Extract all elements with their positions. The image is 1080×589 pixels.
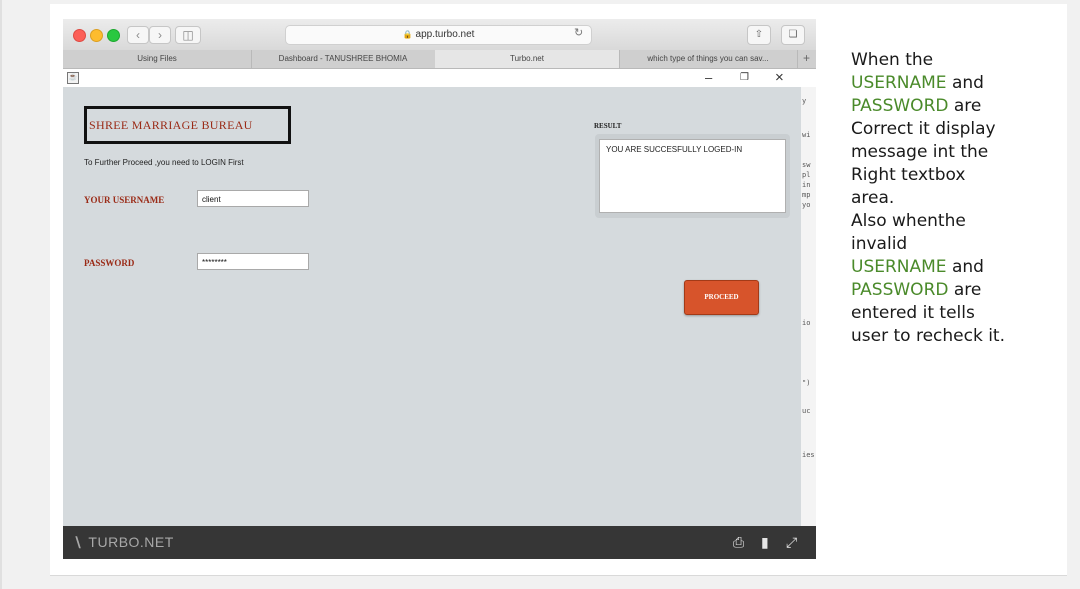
code-fragment: io	[802, 319, 811, 327]
tabs-icon: ❏	[788, 29, 798, 40]
side-line: entered it tells	[851, 303, 975, 323]
print-icon[interactable]: ⎙	[733, 534, 744, 551]
fullscreen-icon[interactable]: ⤢	[786, 534, 797, 551]
tabs-overview-button[interactable]: ❏	[781, 25, 805, 45]
side-line: PASSWORD are	[851, 95, 1051, 118]
turbo-logo-icon: ∖	[73, 534, 83, 550]
code-fragment: uc	[802, 407, 811, 415]
java-frame-titlebar: ☕ – ❐ ×	[63, 69, 816, 87]
app-title: SHREE MARRIAGE BUREAU	[89, 118, 253, 132]
password-input[interactable]: ********	[197, 253, 309, 270]
background-code-strip: y wi sw pl in mp yo io ") uc ies	[801, 87, 816, 526]
side-line: Right textbox	[851, 165, 966, 185]
result-label: RESULT	[594, 122, 622, 130]
back-button[interactable]: ‹	[127, 26, 149, 44]
tab-label: Turbo.net	[510, 54, 544, 63]
share-icon: ⇧	[754, 29, 764, 40]
side-line: user to recheck it.	[851, 326, 1005, 346]
forward-button[interactable]: ›	[149, 26, 171, 44]
sidebar-toggle-button[interactable]: ◫	[175, 26, 201, 44]
code-fragment: ")	[802, 379, 811, 387]
side-text: and	[946, 73, 984, 93]
left-edge	[0, 0, 2, 589]
url-text: app.turbo.net	[415, 29, 475, 40]
chevron-left-icon: ‹	[136, 28, 140, 42]
code-fragment: mp	[802, 191, 811, 199]
proceed-button[interactable]: PROCEED	[684, 280, 759, 315]
side-highlight: PASSWORD	[851, 96, 949, 116]
lock-icon: 🔒	[402, 30, 413, 39]
login-hint: To Further Proceed ,you need to LOGIN Fi…	[84, 158, 244, 167]
zoom-window-button[interactable]	[107, 29, 120, 42]
result-panel: YOU ARE SUCCESFULLY LOGED-IN	[595, 134, 790, 218]
java-app-icon: ☕	[67, 72, 79, 84]
code-fragment: in	[802, 181, 811, 189]
code-fragment: pl	[802, 171, 811, 179]
restore-icon[interactable]: ❐	[740, 69, 749, 87]
turbo-footer-bar: ∖ TURBO.NET ⎙ ▮ ⤢	[63, 526, 816, 559]
username-input[interactable]: client	[197, 190, 309, 207]
side-text: and	[946, 257, 984, 277]
brand-text: TURBO.NET	[88, 534, 174, 550]
side-line: USERNAME and	[851, 256, 1051, 279]
close-window-button[interactable]	[73, 29, 86, 42]
password-label: PASSWORD	[84, 258, 135, 268]
side-line: area.	[851, 188, 895, 208]
side-line: invalid	[851, 234, 908, 254]
side-line: When the	[851, 50, 934, 70]
side-text: are	[948, 96, 982, 116]
clipboard-icon[interactable]: ▮	[761, 534, 769, 551]
username-label: YOUR USERNAME	[84, 195, 165, 205]
code-fragment: y	[802, 97, 807, 105]
address-bar[interactable]: 🔒 app.turbo.net	[285, 25, 592, 45]
tab-label: Using Files	[137, 54, 177, 63]
minimize-window-button[interactable]	[90, 29, 103, 42]
tab-dashboard[interactable]: Dashboard - TANUSHREE BHOMIA	[251, 50, 436, 68]
tab-which-type[interactable]: which type of things you can sav...	[619, 50, 798, 68]
title-box: SHREE MARRIAGE BUREAU	[84, 106, 291, 144]
code-fragment: ies	[802, 451, 815, 459]
code-fragment: yo	[802, 201, 811, 209]
annotation-text: When the USERNAME and PASSWORD are Corre…	[851, 49, 1051, 348]
side-highlight: PASSWORD	[851, 280, 949, 300]
new-tab-button[interactable]: +	[797, 50, 816, 68]
side-line: PASSWORD are	[851, 279, 1051, 302]
side-line: message int the	[851, 142, 989, 162]
code-fragment: wi	[802, 131, 811, 139]
tab-label: which type of things you can sav...	[647, 54, 769, 63]
browser-window: ‹ › ◫ 🔒 app.turbo.net ↻ ⇧ ❏ Using Files D…	[63, 19, 816, 559]
turbo-brand: ∖ TURBO.NET	[73, 534, 174, 551]
close-icon[interactable]: ×	[775, 69, 784, 87]
tab-using-files[interactable]: Using Files	[63, 50, 252, 68]
sidebar-icon: ◫	[182, 28, 194, 42]
chevron-right-icon: ›	[158, 28, 162, 42]
side-text: are	[948, 280, 982, 300]
tab-turbo-net[interactable]: Turbo.net	[435, 50, 620, 68]
side-line: Correct it display	[851, 119, 996, 139]
code-fragment: sw	[802, 161, 811, 169]
tab-label: Dashboard - TANUSHREE BHOMIA	[278, 54, 408, 63]
side-line: USERNAME and	[851, 72, 1051, 95]
side-highlight: USERNAME	[851, 73, 947, 93]
tab-bar: Using Files Dashboard - TANUSHREE BHOMIA…	[63, 50, 816, 69]
browser-titlebar: ‹ › ◫ 🔒 app.turbo.net ↻ ⇧ ❏	[63, 19, 816, 51]
login-form-panel: SHREE MARRIAGE BUREAU To Further Proceed…	[63, 87, 801, 526]
minimize-icon[interactable]: –	[705, 69, 712, 87]
side-line: Also whenthe	[851, 211, 966, 231]
side-highlight: USERNAME	[851, 257, 947, 277]
share-button[interactable]: ⇧	[747, 25, 771, 45]
reload-icon[interactable]: ↻	[574, 26, 583, 39]
result-textarea[interactable]: YOU ARE SUCCESFULLY LOGED-IN	[599, 139, 786, 213]
